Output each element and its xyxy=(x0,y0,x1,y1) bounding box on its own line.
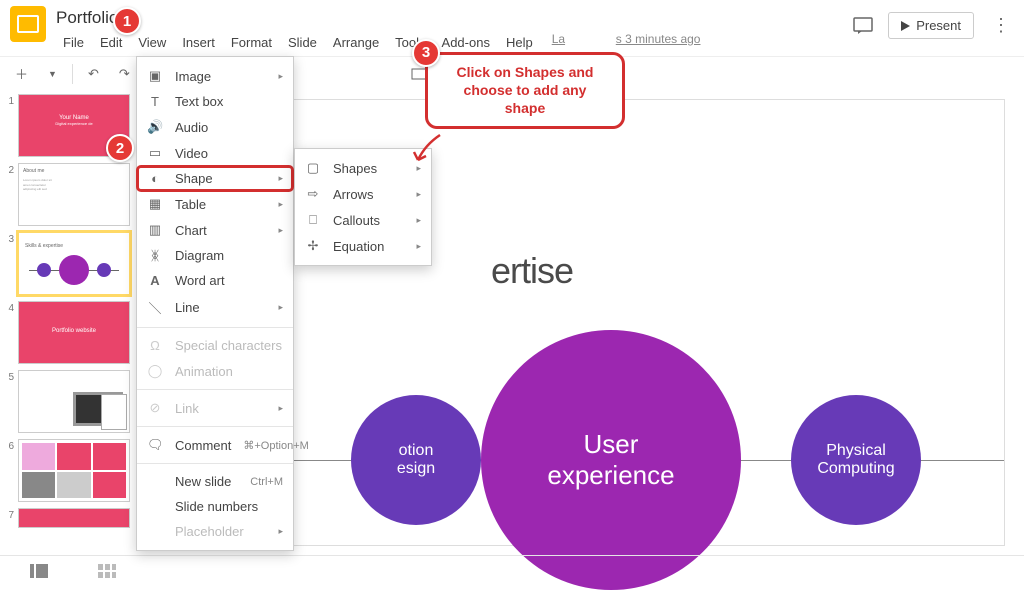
circle-left[interactable]: otion esign xyxy=(351,395,481,525)
insert-diagram[interactable]: ᛤDiagram xyxy=(137,243,293,268)
view-grid[interactable] xyxy=(98,564,116,578)
submenu-callouts[interactable]: ⎕Callouts▸ xyxy=(295,207,431,233)
animation-icon: ◯ xyxy=(147,363,163,379)
thumb-7[interactable] xyxy=(18,508,130,528)
insert-comment[interactable]: 🗨Comment⌘+Option+M xyxy=(137,432,293,458)
insert-wordart[interactable]: AWord art xyxy=(137,268,293,293)
arrows-icon: ⇨ xyxy=(305,186,321,202)
header-more[interactable]: ⋮ xyxy=(988,15,1014,36)
present-button[interactable]: Present xyxy=(888,12,974,39)
comments-icon[interactable] xyxy=(852,15,874,37)
submenu-equation[interactable]: ✢Equation▸ xyxy=(295,233,431,259)
annotation-2: 2 xyxy=(106,134,134,162)
last-edit[interactable]: Last edit was 3 minutes ago xyxy=(552,32,701,53)
thumb-4[interactable]: Portfolio website xyxy=(18,301,130,364)
play-icon xyxy=(901,21,910,31)
thumb-2[interactable]: About meLorem ipsum dolor sitamet consec… xyxy=(18,163,130,226)
menu-insert[interactable]: Insert xyxy=(175,32,222,53)
doc-title[interactable]: Portfolio xyxy=(56,6,852,30)
insert-video[interactable]: ▭Video xyxy=(137,140,293,166)
thumb-6[interactable] xyxy=(18,439,130,502)
table-icon: ▦ xyxy=(147,196,163,212)
submenu-arrows[interactable]: ⇨Arrows▸ xyxy=(295,181,431,207)
thumb-3[interactable]: Skills & expertise xyxy=(18,232,130,295)
insert-slidenumbers[interactable]: Slide numbers xyxy=(137,494,293,519)
menu-addons[interactable]: Add-ons xyxy=(435,32,497,53)
menu-format[interactable]: Format xyxy=(224,32,279,53)
annotation-arrow xyxy=(410,130,450,170)
insert-animation: ◯Animation xyxy=(137,358,293,384)
undo-button[interactable]: ↶ xyxy=(83,63,104,85)
insert-chart[interactable]: ▥Chart▸ xyxy=(137,217,293,243)
menu-slide[interactable]: Slide xyxy=(281,32,324,53)
menu-help[interactable]: Help xyxy=(499,32,540,53)
new-slide-button[interactable]: ＋ xyxy=(10,61,33,86)
comment-icon: 🗨 xyxy=(147,437,163,453)
insert-shape[interactable]: ◐Shape▸ xyxy=(137,166,293,191)
shape-icon: ◐ xyxy=(147,171,163,186)
slides-logo xyxy=(10,6,46,42)
image-icon: ▣ xyxy=(147,68,163,84)
insert-image[interactable]: ▣Image▸ xyxy=(137,63,293,89)
video-icon: ▭ xyxy=(147,145,163,161)
annotation-1: 1 xyxy=(113,7,141,35)
menu-edit[interactable]: Edit xyxy=(93,32,129,53)
insert-link: ⊘Link▸ xyxy=(137,395,293,421)
textbox-icon: T xyxy=(147,94,163,109)
insert-audio[interactable]: 🔊Audio xyxy=(137,114,293,140)
special-icon: Ω xyxy=(147,338,163,353)
shapes-icon: ▢ xyxy=(305,160,321,176)
menu-view[interactable]: View xyxy=(131,32,173,53)
diagram-icon: ᛤ xyxy=(147,248,163,263)
circle-right[interactable]: Physical Computing xyxy=(791,395,921,525)
menu-arrange[interactable]: Arrange xyxy=(326,32,386,53)
slide-title: ertise xyxy=(491,250,573,292)
insert-table[interactable]: ▦Table▸ xyxy=(137,191,293,217)
wordart-icon: A xyxy=(147,273,163,288)
line-icon: ＼ xyxy=(147,298,163,317)
annotation-3: 3 xyxy=(412,39,440,67)
insert-newslide[interactable]: New slideCtrl+M xyxy=(137,469,293,494)
thumb-5[interactable] xyxy=(18,370,130,433)
link-icon: ⊘ xyxy=(147,400,163,416)
annotation-box: 3 Click on Shapes and choose to add any … xyxy=(425,52,625,129)
circle-center[interactable]: User experience xyxy=(481,330,741,590)
redo-button[interactable]: ↷ xyxy=(114,63,135,85)
view-normal[interactable] xyxy=(30,564,48,578)
insert-line[interactable]: ＼Line▸ xyxy=(137,293,293,322)
insert-placeholder: Placeholder▸ xyxy=(137,519,293,544)
insert-special-characters: ΩSpecial characters xyxy=(137,333,293,358)
audio-icon: 🔊 xyxy=(147,119,163,135)
menu-file[interactable]: File xyxy=(56,32,91,53)
insert-dropdown: ▣Image▸ TText box 🔊Audio ▭Video ◐Shape▸ … xyxy=(136,56,294,551)
new-slide-dropdown[interactable]: ▼ xyxy=(43,66,62,82)
equation-icon: ✢ xyxy=(305,238,321,254)
callouts-icon: ⎕ xyxy=(305,212,321,228)
chart-icon: ▥ xyxy=(147,222,163,238)
insert-textbox[interactable]: TText box xyxy=(137,89,293,114)
